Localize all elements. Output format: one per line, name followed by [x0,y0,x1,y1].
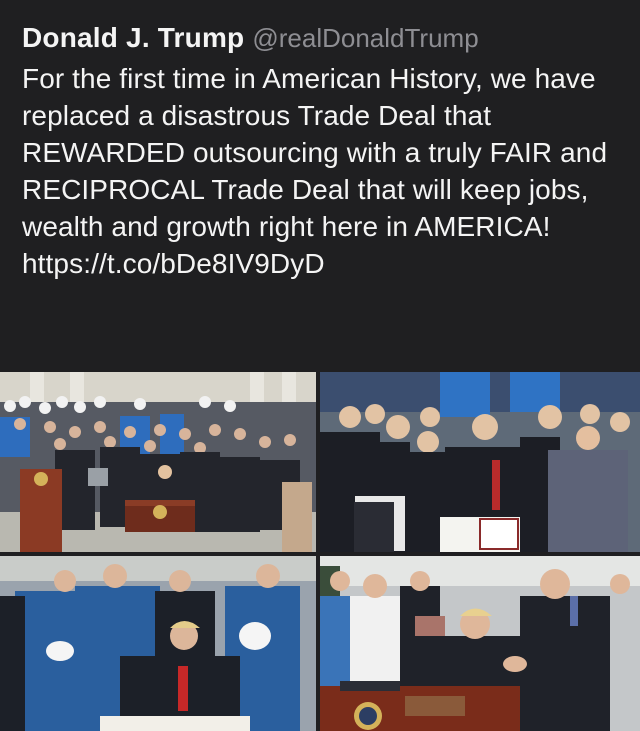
tweet-card[interactable]: Donald J. Trump @realDonaldTrump For the … [0,0,640,731]
photo-signing-at-desk[interactable] [0,556,316,731]
tweet-header: Donald J. Trump @realDonaldTrump [22,22,630,54]
photo-handshake-image [320,556,640,731]
photo-handshake[interactable] [320,556,640,731]
photo-signed-document[interactable] [320,372,640,552]
tweet-text: For the first time in American History, … [22,63,608,279]
photo-signing-ceremony[interactable] [0,372,316,552]
photo-signing-at-desk-image [0,556,316,731]
photo-signed-document-image [320,372,640,552]
media-grid [0,372,640,731]
photo-signing-ceremony-image [0,372,316,552]
author-handle[interactable]: @realDonaldTrump [252,23,478,53]
author-name[interactable]: Donald J. Trump [22,22,244,53]
